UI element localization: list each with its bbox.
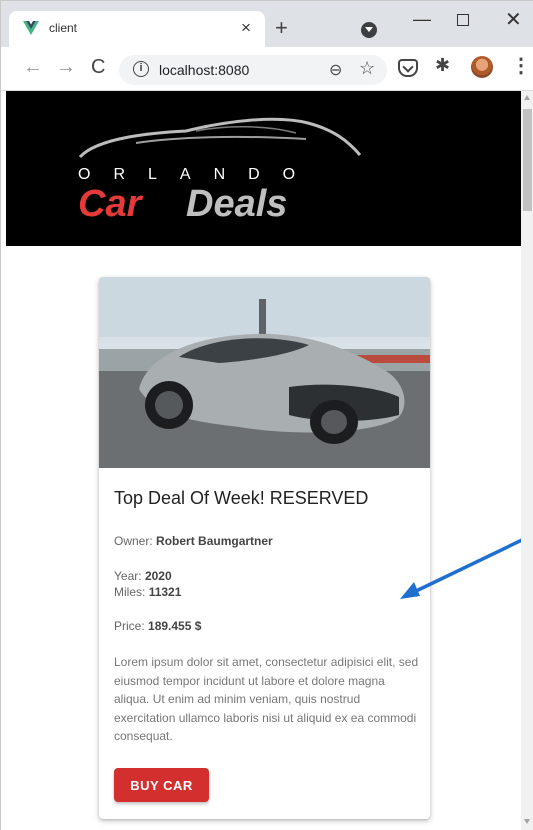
scrollbar-thumb[interactable] (523, 109, 532, 211)
tab-strip: client × + — ✕ (1, 1, 533, 47)
address-bar[interactable]: i localhost:8080 ⊖ ☆ (119, 55, 387, 85)
forward-arrow-icon[interactable]: → (56, 56, 76, 79)
vertical-scrollbar[interactable] (521, 91, 533, 830)
tab-search-icon[interactable] (361, 22, 377, 38)
sports-car-image (99, 277, 430, 468)
new-tab-button[interactable]: + (275, 17, 288, 39)
browser-menu-icon[interactable]: ⋮ (511, 53, 531, 78)
tab-client[interactable]: client × (9, 11, 265, 47)
browser-window: client × + — ✕ ← → C i localhost:8080 ⊖ … (0, 0, 533, 830)
owner-line: Owner: Robert Baumgartner (114, 533, 273, 549)
window-close-button[interactable]: ✕ (505, 7, 522, 32)
extensions-puzzle-icon[interactable]: ✱ (435, 55, 450, 76)
year-value: 2020 (144, 569, 172, 583)
minimize-button[interactable]: — (413, 9, 431, 30)
card-title: Top Deal Of Week! RESERVED (114, 488, 369, 508)
logo-deals-word: Deals (186, 183, 288, 225)
profile-avatar[interactable] (471, 56, 493, 78)
buy-car-button[interactable]: BUY CAR (114, 768, 209, 802)
bookmark-star-icon[interactable]: ☆ (359, 58, 375, 79)
maximize-button[interactable] (457, 14, 469, 26)
year-line: Year: 2020 (114, 568, 172, 584)
miles-line: Miles: 11321 (114, 584, 181, 600)
scroll-up-icon[interactable] (524, 95, 530, 100)
price-label: Price: (114, 619, 145, 633)
car-photo (99, 277, 430, 468)
owner-value: Robert Baumgartner (156, 534, 273, 548)
logo-car-word: Car (78, 183, 142, 225)
tab-title: client (49, 21, 78, 35)
miles-value: 11321 (148, 585, 182, 599)
annotation-arrow-icon (400, 538, 521, 599)
car-card: Top Deal Of Week! RESERVED Owner: Robert… (99, 277, 430, 819)
url-text[interactable]: localhost:8080 (159, 62, 249, 78)
logo-orlando-text: ORLANDO (78, 166, 319, 183)
price-value: 189.455 $ (148, 619, 202, 633)
price-line: Price: 189.455 $ (114, 618, 201, 634)
card-description: Lorem ipsum dolor sit amet, consectetur … (114, 655, 419, 744)
reload-icon[interactable]: C (91, 56, 105, 79)
back-arrow-icon[interactable]: ← (23, 56, 43, 79)
owner-label: Owner: (114, 534, 153, 548)
scroll-down-icon[interactable] (524, 819, 530, 824)
year-label: Year: (114, 569, 142, 583)
miles-label: Miles: (114, 585, 146, 599)
car-silhouette-logo-icon (78, 117, 362, 159)
pocket-icon[interactable] (398, 59, 418, 77)
zoom-icon[interactable]: ⊖ (329, 60, 342, 80)
tab-close-icon[interactable]: × (241, 18, 251, 38)
page-viewport: ORLANDO Car Deals Top Deal Of Week! RESE… (1, 91, 521, 830)
info-icon[interactable]: i (133, 61, 149, 77)
vue-logo-icon (23, 21, 39, 35)
header-banner: ORLANDO Car Deals (6, 91, 521, 246)
browser-toolbar: ← → C i localhost:8080 ⊖ ☆ (1, 47, 533, 91)
